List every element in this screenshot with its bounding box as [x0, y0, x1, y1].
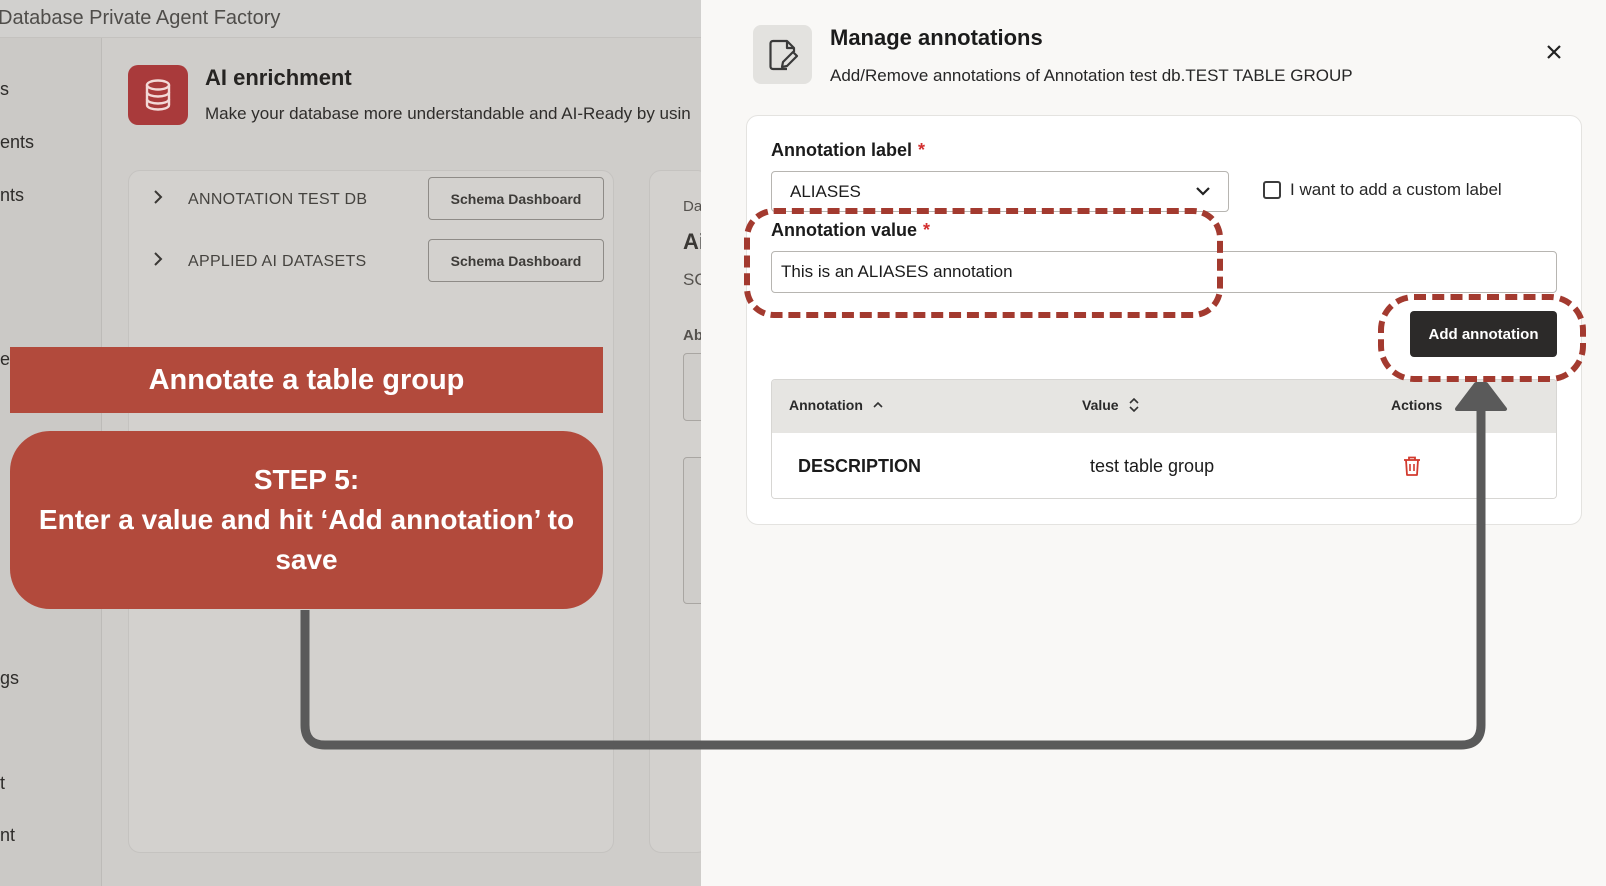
- drawer-subtitle: Add/Remove annotations of Annotation tes…: [830, 66, 1353, 85]
- table-header: Annotation Value Actions: [772, 380, 1556, 433]
- sort-icon[interactable]: [1129, 398, 1139, 412]
- schema-dashboard-button[interactable]: Schema Dashboard: [428, 239, 604, 282]
- details-peek-table: [683, 457, 701, 604]
- custom-label-checkbox[interactable]: [1263, 181, 1281, 199]
- page-title: AI enrichment: [205, 65, 352, 90]
- step-text: Enter a value and hit ‘Add annotation’ t…: [38, 504, 575, 575]
- column-header-value[interactable]: Value: [1082, 397, 1139, 413]
- tree-item[interactable]: APPLIED AI DATASETS: [152, 251, 367, 272]
- chevron-right-icon[interactable]: [152, 251, 164, 272]
- annotation-label-select[interactable]: ALIASES: [771, 171, 1229, 212]
- schema-dashboard-button[interactable]: Schema Dashboard: [428, 177, 604, 220]
- trash-icon[interactable]: [1402, 455, 1422, 482]
- sidebar-item[interactable]: e: [0, 349, 10, 370]
- sidebar-item[interactable]: nts: [0, 185, 24, 206]
- cell-value: test table group: [1090, 456, 1215, 476]
- details-peek-about: Ab: [683, 327, 701, 344]
- sort-ascending-icon[interactable]: [873, 401, 883, 409]
- step-title: STEP 5:: [253, 464, 360, 495]
- tutorial-step-card: STEP 5: Enter a value and hit ‘Add annot…: [10, 431, 603, 609]
- annotation-label-heading: Annotation label *: [771, 140, 925, 161]
- add-button-highlight: [1378, 294, 1586, 382]
- chevron-right-icon[interactable]: [152, 189, 164, 210]
- column-header-annotation[interactable]: Annotation: [789, 397, 883, 413]
- database-icon: [128, 65, 188, 125]
- sidebar-item[interactable]: gs: [0, 668, 19, 689]
- details-peek-code: SC: [683, 270, 701, 289]
- tree-item[interactable]: ANNOTATION TEST DB: [152, 189, 367, 210]
- tree-item-label: APPLIED AI DATASETS: [188, 252, 367, 270]
- custom-label-option[interactable]: I want to add a custom label: [1263, 180, 1502, 200]
- annotation-label-selected: ALIASES: [790, 181, 861, 201]
- app-title: Database Private Agent Factory: [0, 7, 281, 29]
- details-peek-title: Ai: [683, 229, 701, 254]
- chevron-down-icon: [1196, 182, 1210, 205]
- tree-item-label: ANNOTATION TEST DB: [188, 190, 368, 208]
- tutorial-banner: Annotate a table group: [10, 347, 603, 413]
- required-mark: *: [918, 140, 926, 160]
- annotations-table: Annotation Value Actions DESCRIPTION tes…: [771, 379, 1557, 499]
- annotation-label-text: Annotation label: [771, 140, 912, 160]
- edit-document-icon: [753, 25, 812, 84]
- sidebar-item[interactable]: nt: [0, 825, 15, 846]
- cell-annotation: DESCRIPTION: [798, 456, 922, 476]
- table-row: DESCRIPTION test table group: [772, 433, 1556, 498]
- custom-label-text: I want to add a custom label: [1290, 180, 1502, 199]
- sidebar-item[interactable]: t: [0, 773, 5, 794]
- close-icon[interactable]: [1540, 38, 1568, 66]
- details-peek-label: Da: [683, 198, 701, 215]
- page-subtitle: Make your database more understandable a…: [205, 104, 691, 123]
- drawer-title: Manage annotations: [830, 25, 1043, 50]
- value-field-highlight: [744, 208, 1223, 318]
- sidebar-item[interactable]: ents: [0, 132, 34, 153]
- details-peek-textarea: [683, 353, 701, 421]
- sidebar-item[interactable]: s: [0, 79, 9, 100]
- column-header-actions: Actions: [1391, 397, 1443, 413]
- app-topbar: Database Private Agent Factory: [0, 0, 701, 38]
